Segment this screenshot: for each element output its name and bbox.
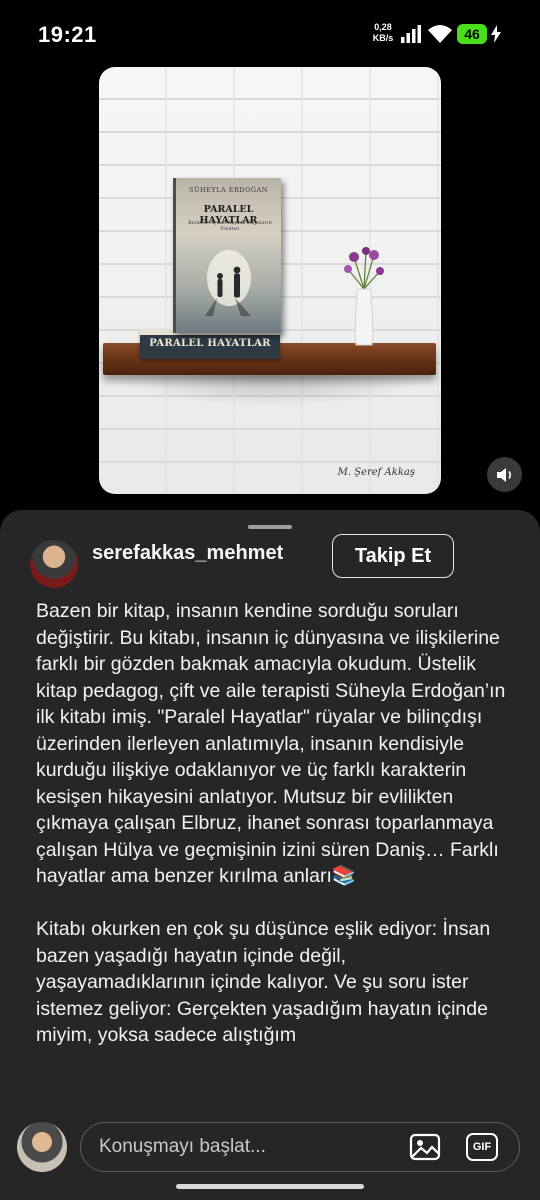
network-speed: 0,28 KB/s [368,22,398,44]
home-indicator[interactable] [176,1184,364,1189]
photo-signature: M. Şeref Akkaş [337,467,415,478]
author-avatar[interactable] [30,540,78,588]
book-spine-title: PARALEL HAYATLAR [149,338,271,349]
battery-level: 46 [457,24,487,44]
network-speed-value: 0,28 [374,22,392,32]
author-username[interactable]: serefakkas_mehmet [92,542,283,565]
book-cover-figures-illustration [205,250,251,316]
image-picker-icon[interactable] [409,1133,441,1161]
author-row: serefakkas_mehmet Takip Et [0,530,540,588]
current-user-avatar [17,1122,67,1172]
sheet-drag-handle[interactable] [248,525,292,529]
network-speed-unit: KB/s [372,33,394,43]
book-cover: SÜHEYLA ERDOĞAN PARALEL HAYATLAR Kendine… [173,178,281,333]
book-subtitle: Kendine Açılan Kapıda Rüyaların Fısıltıs… [188,220,272,232]
gif-button[interactable]: GIF [466,1133,498,1161]
wifi-icon [428,25,452,43]
post-caption: Bazen bir kitap, insanın kendine sorduğu… [36,600,506,1046]
cellular-signal-icon [401,25,421,43]
book-author: SÜHEYLA ERDOĞAN [189,186,268,194]
post-details-sheet[interactable]: serefakkas_mehmet Takip Et Bazen bir kit… [0,510,540,1200]
comment-input[interactable] [99,1123,399,1170]
comment-box[interactable]: GIF [80,1122,520,1172]
book-lying-flat: PARALEL HAYATLAR [140,329,280,359]
vase-with-flowers-illustration [344,247,384,346]
status-time: 19:21 [38,22,97,47]
sound-toggle-button[interactable] [487,457,522,492]
post-image[interactable]: PARALEL HAYATLAR SÜHEYLA ERDOĞAN PARALEL… [99,67,441,494]
volume-icon [496,467,511,482]
charging-bolt-icon [491,25,501,43]
follow-button[interactable]: Takip Et [332,534,454,578]
status-bar: 19:21 0,28 KB/s 46 [0,0,540,70]
